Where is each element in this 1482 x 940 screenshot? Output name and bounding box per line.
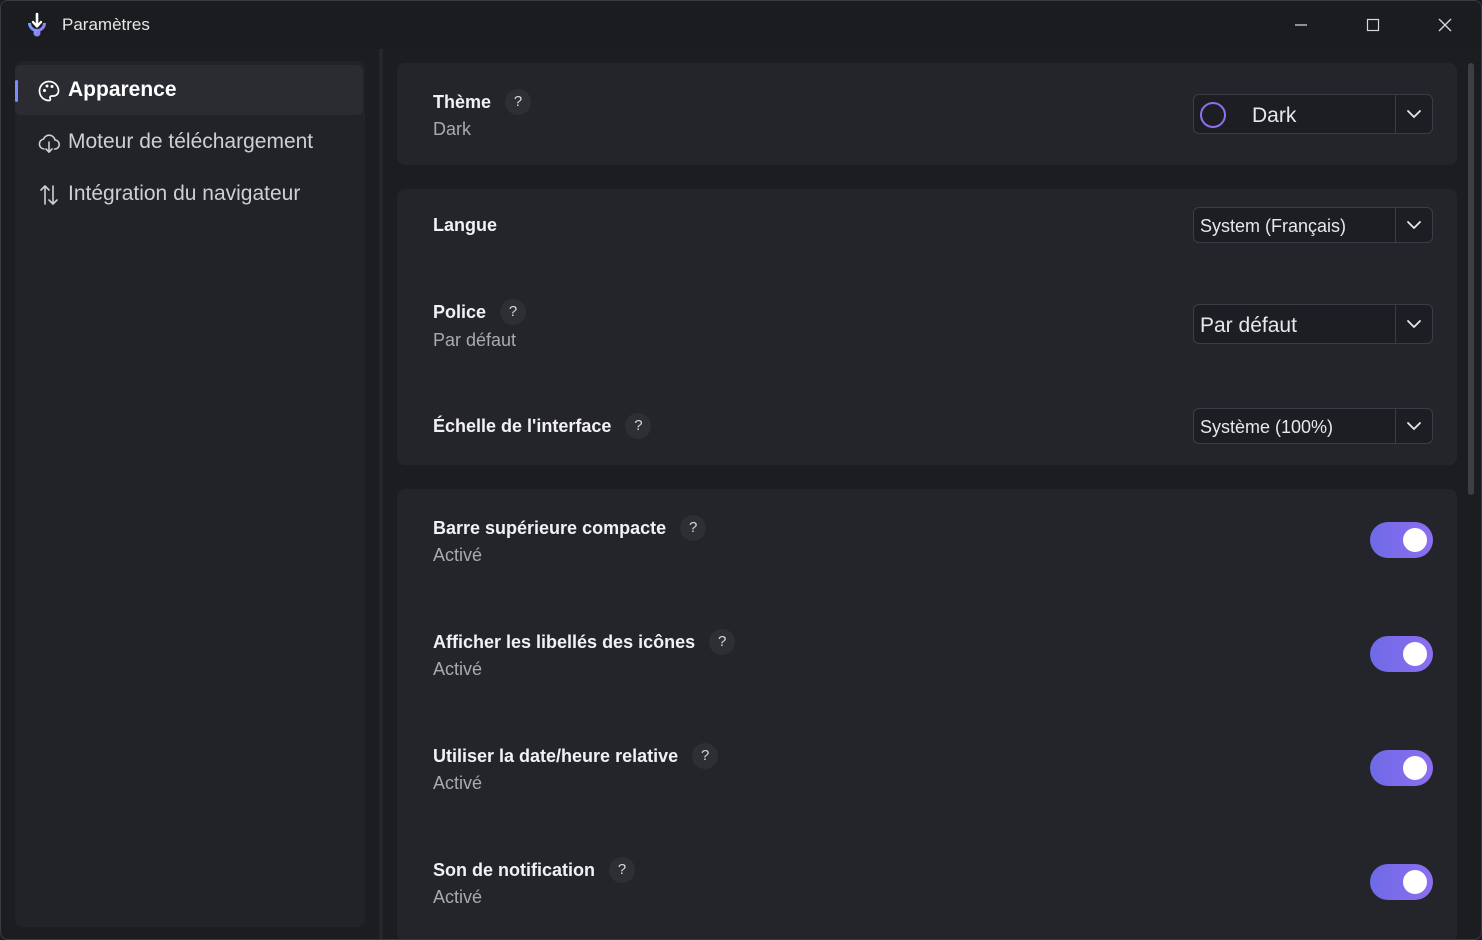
relative-time-title: Utiliser la date/heure relative ? [433,743,719,769]
select-separator [1395,305,1396,343]
scale-title: Échelle de l'interface ? [433,413,652,439]
icon-labels-label: Afficher les libellés des icônes [433,631,696,652]
select-separator [1395,409,1396,443]
font-title: Police ? [433,299,527,325]
minimize-icon [1295,24,1307,26]
notification-sound-title: Son de notification ? [433,857,635,883]
notification-sound-label: Son de notification [433,859,595,880]
language-font-card: Langue System (Français) Police ? Par dé… [397,189,1457,465]
chevron-down-icon [1407,110,1421,118]
chevron-down-icon [1407,221,1421,229]
theme-circle-icon [1200,102,1226,128]
compact-topbar-toggle[interactable] [1370,522,1433,558]
font-subtitle: Par défaut [433,330,517,350]
compact-topbar-title: Barre supérieure compacte ? [433,515,707,541]
app-logo-icon [28,12,46,37]
chevron-down-icon [1407,422,1421,430]
compact-topbar-help-button[interactable]: ? [680,515,707,541]
settings-window: Paramètres Apparence Moteur de télécharg… [0,0,1482,940]
sidebar-item-label: Moteur de téléchargement [68,130,314,153]
palette-icon [38,80,60,102]
chevron-down-icon [1407,320,1421,328]
theme-select-value: Dark [1252,104,1297,127]
scrollbar[interactable] [1468,63,1474,495]
title-bar: Paramètres [1,1,1481,49]
font-label: Police [433,301,487,322]
language-select-value: System (Français) [1200,216,1347,236]
icon-labels-title: Afficher les libellés des icônes ? [433,629,736,655]
theme-title: Thème ? [433,89,532,115]
close-button[interactable] [1409,1,1481,49]
theme-card: Thème ? Dark Dark [397,63,1457,165]
minimize-button[interactable] [1265,1,1337,49]
font-select[interactable]: Par défaut [1193,304,1433,344]
theme-label: Thème [433,91,492,112]
maximize-icon [1366,18,1380,32]
sidebar-item-label: Intégration du navigateur [68,182,301,205]
icon-labels-toggle[interactable] [1370,636,1433,672]
icon-labels-subtitle: Activé [433,659,483,679]
toggle-knob [1403,870,1427,894]
toggles-card: Barre supérieure compacte ? Activé Affic… [397,489,1457,939]
scale-label: Échelle de l'interface [433,415,612,436]
arrows-updown-icon [40,185,58,205]
sidebar-item-label: Apparence [68,78,177,101]
active-indicator [15,80,18,102]
notification-sound-subtitle: Activé [433,887,483,907]
language-label: Langue [433,215,498,235]
toggle-knob [1403,756,1427,780]
window-title: Paramètres [62,15,150,34]
scale-help-button[interactable]: ? [625,413,652,439]
relative-time-subtitle: Activé [433,773,483,793]
scale-select-value: Système (100%) [1200,417,1334,437]
sidebar-item-download-engine[interactable]: Moteur de téléchargement [15,117,363,167]
relative-time-label: Utiliser la date/heure relative [433,745,679,766]
toggle-knob [1403,528,1427,552]
pane-divider [379,49,383,939]
theme-select[interactable]: Dark [1193,94,1433,134]
scale-select[interactable]: Système (100%) [1193,408,1433,444]
maximize-button[interactable] [1337,1,1409,49]
cloud-download-icon [38,134,61,153]
select-separator [1395,208,1396,242]
font-help-button[interactable]: ? [500,299,527,325]
font-select-value: Par défaut [1200,314,1297,337]
theme-help-button[interactable]: ? [505,89,532,115]
compact-topbar-label: Barre supérieure compacte [433,517,667,538]
icon-labels-help-button[interactable]: ? [709,629,736,655]
close-icon [1438,18,1452,32]
language-select[interactable]: System (Français) [1193,207,1433,243]
toggle-knob [1403,642,1427,666]
notification-sound-help-button[interactable]: ? [609,857,635,883]
compact-topbar-subtitle: Activé [433,545,483,565]
relative-time-help-button[interactable]: ? [692,743,719,769]
language-title: Langue [433,215,497,236]
theme-subtitle: Dark [433,119,472,139]
sidebar: Apparence Moteur de téléchargement Intég… [15,61,365,927]
relative-time-toggle[interactable] [1370,750,1433,786]
select-separator [1395,95,1396,133]
sidebar-item-browser-integration[interactable]: Intégration du navigateur [15,169,363,219]
sidebar-item-appearance[interactable]: Apparence [15,65,363,115]
notification-sound-toggle[interactable] [1370,864,1433,900]
